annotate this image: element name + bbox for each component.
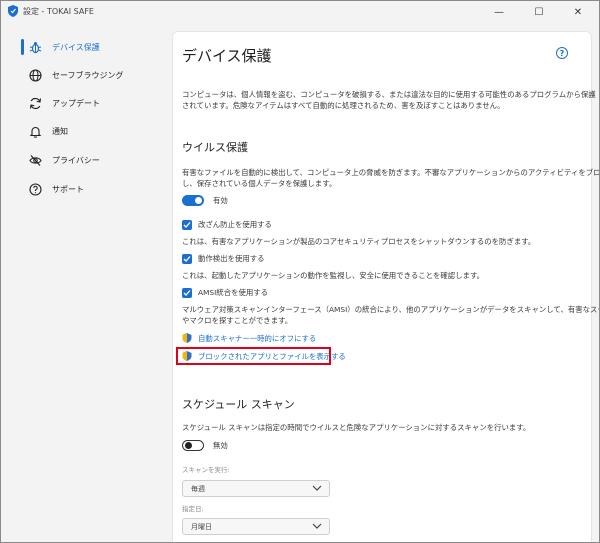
refresh-icon (28, 96, 42, 110)
disable-scanner-link[interactable]: 自動スキャナー一時的にオフにする (198, 333, 316, 344)
highlight-box (176, 347, 331, 365)
amsi-integration-label: AMSI統合を使用する (198, 288, 269, 297)
run-scan-value: 毎週 (191, 485, 205, 493)
sidebar-item-label: セーフブラウジング (52, 70, 124, 80)
tamper-protection-checkbox[interactable] (182, 220, 192, 230)
virus-desc-line1: 有害なファイルを自動的に検出して、コンピュータ上の脅威を防ぎます。不審なアプリケ… (182, 168, 600, 177)
minimize-button[interactable]: — (479, 1, 519, 23)
main-panel: デバイス保護 ? コンピュータは、個人情報を盗む、コンピュータを破損する、または… (172, 31, 599, 542)
virus-desc-line2: し、保存されている個人データを保護します。 (182, 179, 337, 188)
checkmark-icon (183, 222, 191, 228)
settings-window: 設定 - TOKAI SAFE — ☐ ✕ デバイス保護 セーフブラウジング ア… (0, 0, 600, 543)
sidebar-item-support[interactable]: サポート (21, 177, 161, 201)
tamper-protection-desc: これは、有害なアプリケーションが製品のコアセキュリティプロセスをシャットダウンす… (182, 237, 536, 246)
maximize-button[interactable]: ☐ (519, 1, 559, 23)
scheduled-scan-toggle[interactable] (182, 440, 204, 451)
day-value: 月曜日 (191, 523, 212, 531)
virus-protection-toggle[interactable] (182, 195, 204, 206)
intro-text-line2: されています。危険なアイテムはすべて自動的に処理されるため、害を及ぼすことはあり… (182, 101, 505, 110)
bug-shield-icon (28, 40, 42, 54)
checkmark-icon (183, 256, 191, 262)
sidebar-item-label: プライバシー (52, 155, 100, 165)
sidebar-item-label: サポート (52, 184, 84, 194)
sidebar-item-safe-browsing[interactable]: セーフブラウジング (21, 63, 161, 87)
eye-off-icon (28, 153, 42, 167)
chevron-down-icon (312, 485, 322, 491)
help-circle-icon (28, 182, 42, 196)
run-scan-label: スキャンを実行: (182, 466, 230, 474)
scheduled-scan-toggle-label: 無効 (213, 441, 228, 450)
behavior-detection-label: 動作検出を使用する (198, 254, 265, 263)
sidebar-item-label: アップデート (52, 98, 100, 108)
sidebar-item-privacy[interactable]: プライバシー (21, 148, 161, 172)
bell-icon (28, 124, 42, 138)
amsi-integration-desc-line1: マルウェア対策スキャンインターフェース（AMSI）の統合により、他のアプリケーシ… (182, 305, 600, 314)
virus-toggle-label: 有効 (213, 196, 228, 205)
window-title: 設定 - TOKAI SAFE (23, 7, 94, 16)
page-title: デバイス保護 (182, 47, 272, 65)
shield-icon (8, 5, 18, 17)
sidebar-item-label: 通知 (52, 126, 68, 136)
title-bar: 設定 - TOKAI SAFE — ☐ ✕ (1, 1, 599, 23)
run-scan-select[interactable]: 毎週 (182, 480, 330, 497)
amsi-integration-desc-line2: やマクロを探すことができます。 (182, 316, 293, 325)
day-label: 指定日: (182, 505, 204, 513)
behavior-detection-checkbox[interactable] (182, 254, 192, 264)
sidebar-item-label: デバイス保護 (52, 42, 100, 52)
day-select[interactable]: 月曜日 (182, 518, 330, 535)
close-button[interactable]: ✕ (558, 1, 598, 23)
scheduled-scan-desc: スケジュール スキャンは指定の時間でウイルスと危険なアプリケーションに対するスキ… (182, 423, 531, 432)
sidebar-item-updates[interactable]: アップデート (21, 91, 161, 115)
checkmark-icon (183, 290, 191, 296)
help-icon[interactable]: ? (556, 47, 568, 59)
chevron-down-icon (312, 523, 322, 529)
intro-text-line1: コンピュータは、個人情報を盗む、コンピュータを破損する、または違法な目的に使用す… (182, 90, 596, 99)
active-indicator (21, 39, 24, 55)
scheduled-scan-heading: スケジュール スキャン (182, 398, 295, 411)
admin-shield-icon (182, 333, 192, 343)
virus-protection-heading: ウイルス保護 (182, 141, 248, 154)
sidebar-item-device-protection[interactable]: デバイス保護 (21, 35, 161, 59)
amsi-integration-checkbox[interactable] (182, 288, 192, 298)
globe-icon (28, 68, 42, 82)
tamper-protection-label: 改ざん防止を使用する (198, 220, 272, 229)
behavior-detection-desc: これは、起動したアプリケーションの動作を監視し、安全に使用できることを確認します… (182, 271, 484, 280)
sidebar-item-notifications[interactable]: 通知 (21, 119, 161, 143)
